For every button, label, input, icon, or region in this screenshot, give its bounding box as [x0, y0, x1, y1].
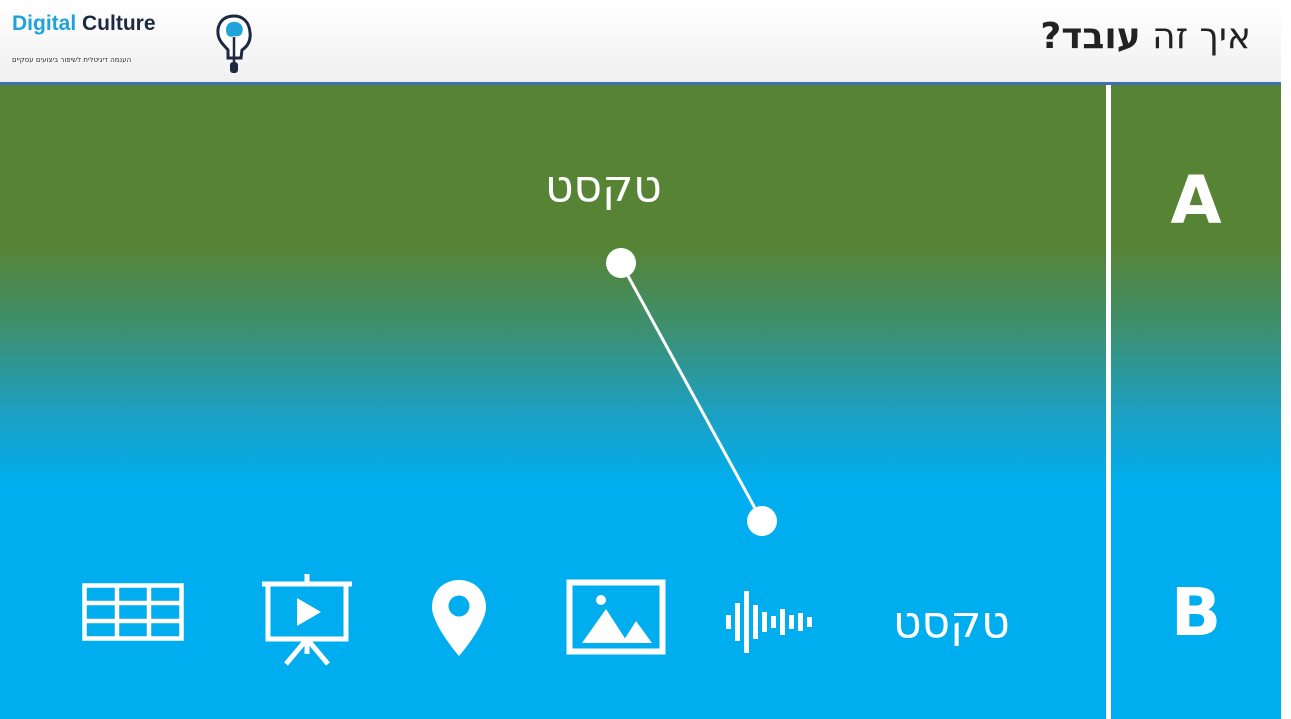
label-b: B — [1170, 574, 1222, 651]
logo-tagline: הענמה דיגיטלית לשיפור ביצועים עסקיים — [12, 56, 132, 64]
logo-word-culture: Culture — [82, 12, 156, 35]
text-bottom: טקסט — [893, 597, 1010, 648]
location-pin-icon[interactable] — [430, 578, 488, 658]
slide: Digital Culture הענמה דיגיטלית לשיפור בי… — [0, 0, 1291, 719]
page-title: איך זה עובד? — [1040, 16, 1251, 57]
logo-wordmark: Digital Culture — [12, 12, 156, 36]
page-title-bold: עובד? — [1040, 16, 1141, 57]
head-icon — [216, 14, 252, 73]
header-bar: Digital Culture הענמה דיגיטלית לשיפור בי… — [0, 0, 1281, 82]
audio-waveform-icon[interactable] — [720, 591, 830, 653]
image-icon[interactable] — [566, 579, 666, 655]
digital-culture-logo[interactable]: Digital Culture הענמה דיגיטלית לשיפור בי… — [12, 12, 262, 76]
presentation-icon[interactable] — [262, 574, 352, 666]
label-a: A — [1170, 162, 1222, 239]
logo-word-digital: Digital — [12, 12, 77, 35]
text-top: טקסט — [545, 161, 662, 212]
table-icon[interactable] — [82, 583, 184, 641]
page-title-light: איך זה — [1152, 16, 1251, 57]
right-margin — [1281, 0, 1291, 719]
